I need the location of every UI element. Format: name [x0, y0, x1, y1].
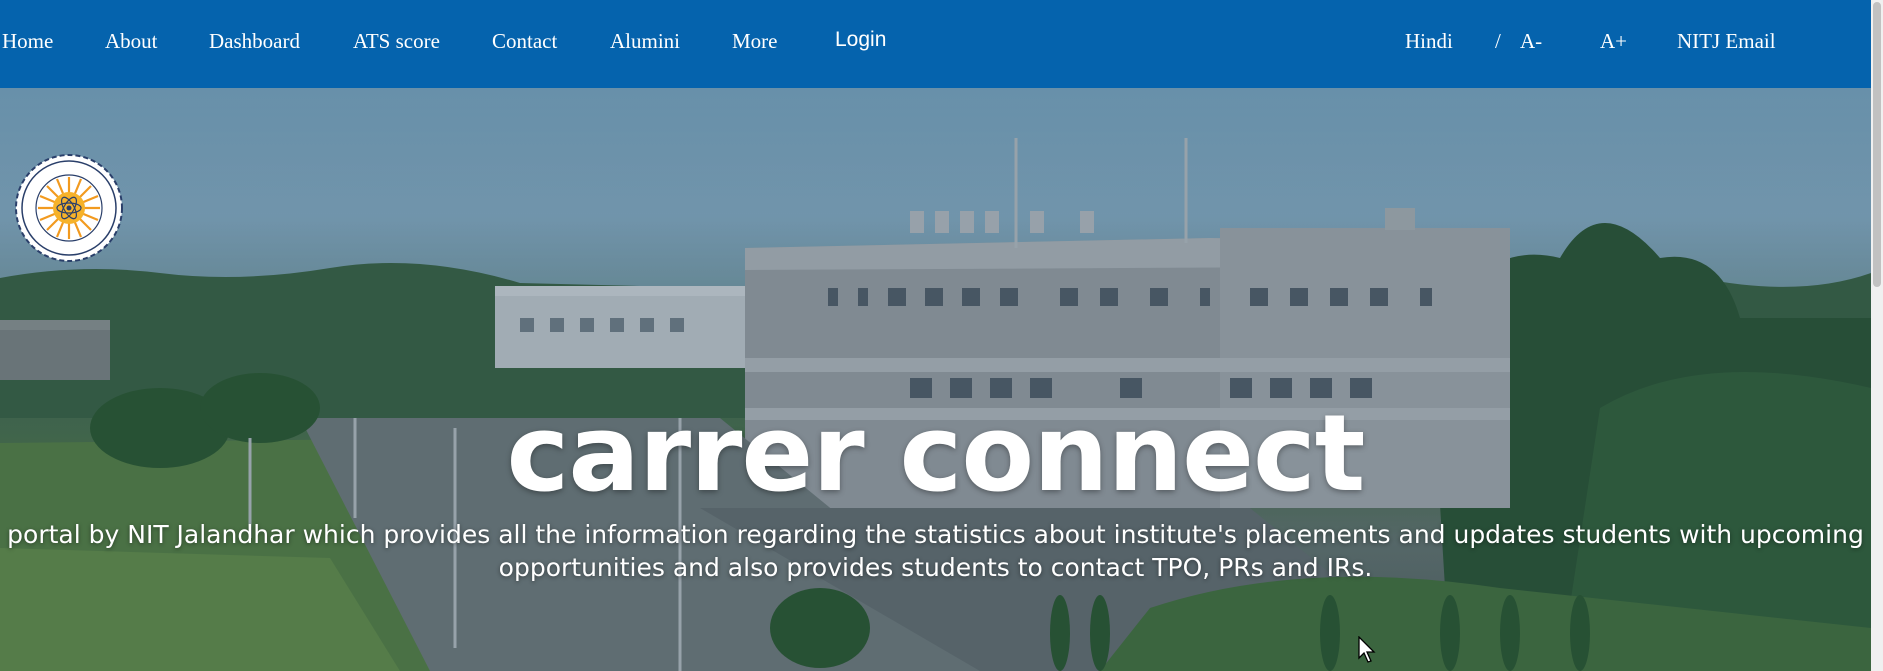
nav-separator: /: [1495, 29, 1501, 53]
nav-dashboard-link[interactable]: Dashboard: [209, 29, 300, 53]
mouse-cursor-icon: [1358, 636, 1376, 663]
hero-description: portal by NIT Jalandhar which provides a…: [7, 520, 1864, 582]
font-increase-button[interactable]: A+: [1600, 29, 1627, 53]
nitj-emblem-icon[interactable]: [14, 153, 124, 263]
nav-more-link[interactable]: More: [732, 29, 778, 53]
hero-title: carrer connect: [506, 392, 1366, 515]
nav-home-link[interactable]: Home: [2, 29, 53, 53]
scrollbar-thumb[interactable]: [1873, 2, 1881, 287]
nitj-email-link[interactable]: NITJ Email: [1677, 29, 1776, 53]
top-navbar: Home About Dashboard ATS score Contact A…: [0, 0, 1871, 88]
page-scrollbar[interactable]: [1871, 0, 1883, 671]
nav-contact-link[interactable]: Contact: [492, 29, 557, 53]
nav-about-link[interactable]: About: [105, 29, 158, 53]
nav-login-link[interactable]: Login: [835, 28, 886, 52]
font-decrease-button[interactable]: A-: [1520, 29, 1542, 53]
language-hindi-link[interactable]: Hindi: [1405, 29, 1453, 53]
nav-ats-score-link[interactable]: ATS score: [353, 29, 440, 53]
nav-alumini-link[interactable]: Alumini: [610, 29, 680, 53]
